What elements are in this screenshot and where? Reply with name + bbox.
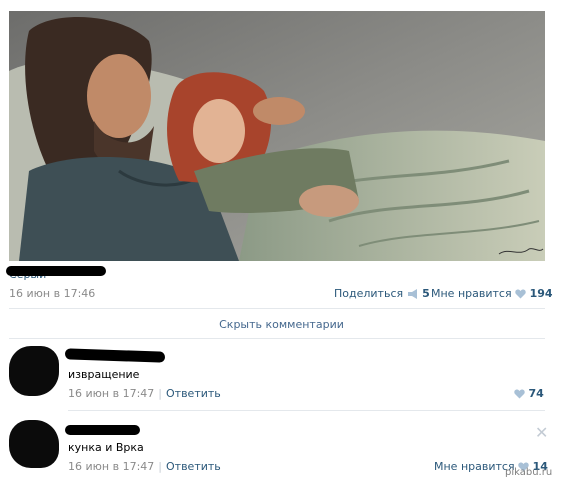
comment-meta: 16 июн в 17:47 | Ответить: [68, 460, 221, 473]
comment-like-label: Мне нравится: [434, 460, 515, 473]
redaction-bar: [65, 425, 140, 435]
comment-text: кунка и Врка: [68, 441, 144, 454]
post-like-label: Мне нравится: [431, 287, 512, 300]
heart-icon: [514, 389, 525, 399]
reply-button[interactable]: Ответить: [166, 387, 221, 400]
comment-like-button[interactable]: 74: [514, 387, 544, 400]
meta-separator: |: [158, 460, 162, 473]
comment-date[interactable]: 16 июн в 17:47: [68, 387, 154, 400]
megaphone-icon: [407, 289, 417, 299]
share-count: 5: [422, 287, 430, 300]
divider: [9, 308, 545, 309]
comment-date[interactable]: 16 июн в 17:47: [68, 460, 154, 473]
post-image[interactable]: [9, 11, 545, 261]
redaction-bar: [64, 348, 166, 363]
hide-comments-link[interactable]: Скрыть комментарии: [0, 318, 563, 331]
watermark: pikabu.ru: [505, 467, 553, 478]
comment-avatar[interactable]: [9, 346, 59, 396]
meta-separator: |: [158, 387, 162, 400]
heart-icon: [515, 289, 526, 299]
comment-avatar[interactable]: [9, 420, 59, 468]
close-icon[interactable]: ✕: [535, 423, 548, 442]
redaction-bar: [6, 266, 106, 276]
reply-button[interactable]: Ответить: [166, 460, 221, 473]
comment-like-count: 74: [528, 387, 544, 400]
post-like-count: 194: [529, 287, 553, 300]
share-button[interactable]: Поделиться 5: [334, 287, 430, 300]
divider: [68, 410, 545, 411]
share-label: Поделиться: [334, 287, 404, 300]
comment-meta: 16 июн в 17:47 | Ответить: [68, 387, 221, 400]
divider: [9, 338, 545, 339]
post-date[interactable]: 16 июн в 17:46: [9, 287, 95, 300]
hide-comments-label: Скрыть комментарии: [219, 318, 344, 331]
post-like-button[interactable]: Мне нравится 194: [431, 287, 553, 300]
comment-text: извращение: [68, 368, 140, 381]
